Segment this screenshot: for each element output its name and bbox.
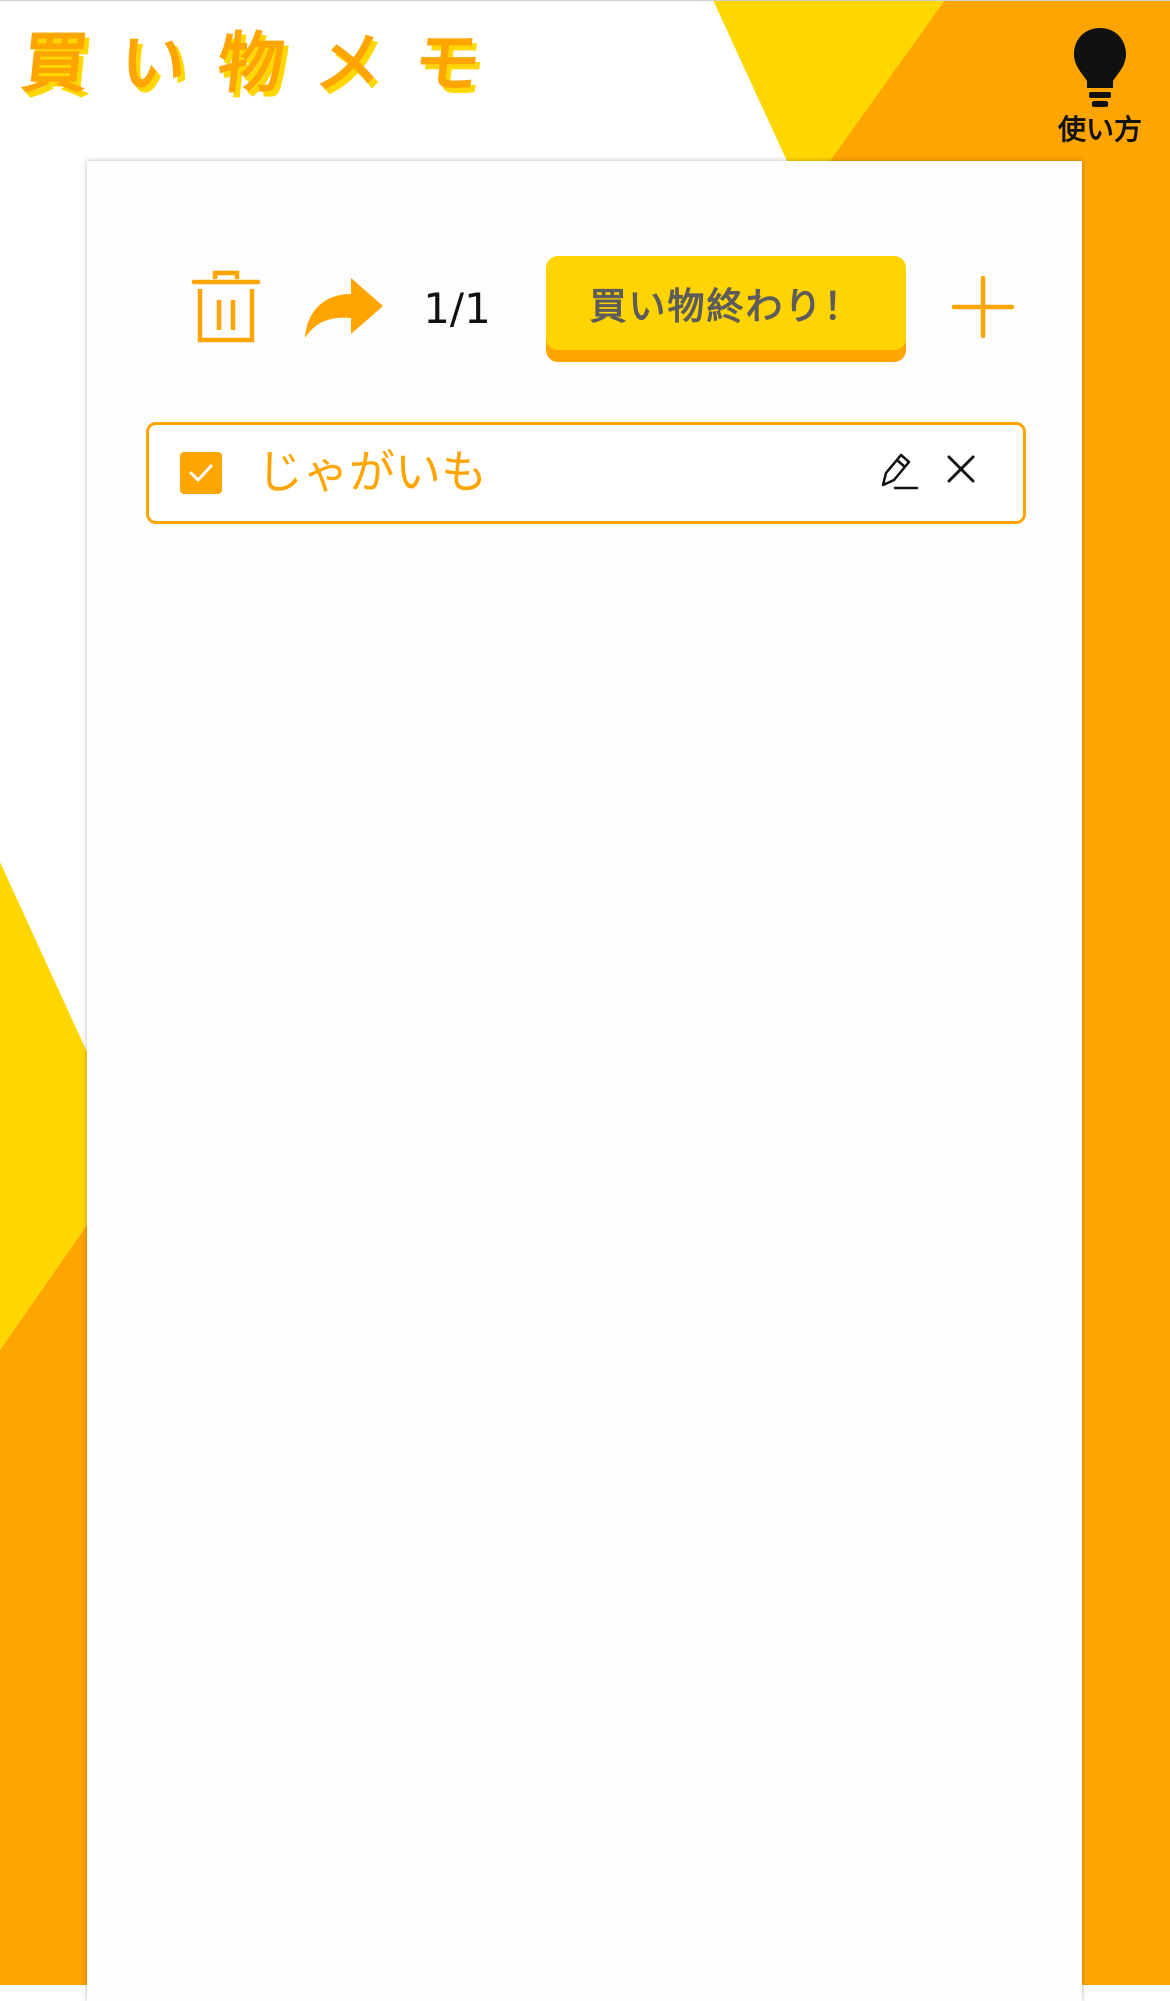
list-item: じゃがいも	[146, 422, 1026, 524]
bg-orange-left	[0, 1225, 87, 1985]
finish-shopping-button[interactable]: 買い物終わり！	[546, 256, 906, 350]
share-arrow-icon	[305, 278, 383, 338]
item-checkbox[interactable]	[180, 452, 222, 494]
item-label: じゃがいも	[257, 445, 487, 499]
toolbar: 1/1 買い物終わり！	[87, 256, 1082, 376]
lightbulb-icon	[1074, 28, 1126, 107]
trash-icon	[191, 270, 261, 343]
pencil-icon	[881, 453, 919, 490]
share-button[interactable]	[303, 274, 385, 340]
app-title: 買い物メモ	[18, 25, 517, 102]
shopping-list-panel: 1/1 買い物終わり！ じゃがいも	[87, 161, 1082, 2001]
close-icon	[947, 455, 975, 483]
page-count: 1/1	[423, 284, 491, 333]
add-item-button[interactable]	[952, 276, 1014, 338]
plus-icon	[952, 276, 1014, 338]
delete-all-button[interactable]	[191, 270, 261, 344]
delete-item-button[interactable]	[945, 453, 977, 485]
help-button[interactable]: 使い方	[1040, 18, 1160, 150]
edit-item-button[interactable]	[879, 449, 919, 493]
help-label: 使い方	[1057, 113, 1142, 146]
checkmark-icon	[189, 464, 213, 482]
top-divider	[0, 0, 1170, 1]
